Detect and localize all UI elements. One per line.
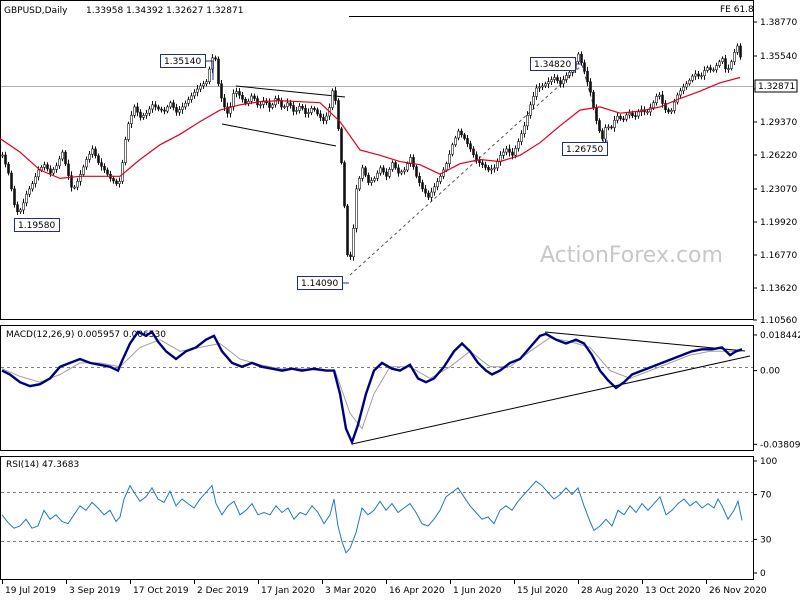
candle — [64, 150, 67, 166]
x-tick-label: 2 Dec 2019 — [197, 586, 249, 596]
candle — [346, 204, 349, 257]
candle — [331, 88, 334, 111]
candle — [208, 66, 211, 85]
svg-text:1.35140: 1.35140 — [164, 57, 201, 67]
price-y-label: 1.38770 — [760, 18, 797, 28]
candle — [10, 170, 13, 192]
x-tick-label: 3 Mar 2020 — [325, 586, 377, 596]
x-tick-label: 26 Nov 2020 — [709, 586, 767, 596]
rsi-y-label: 100 — [760, 457, 777, 467]
price-y-label: 1.19920 — [760, 218, 797, 228]
price-y-label: 1.16770 — [760, 251, 797, 261]
annotation-134820: 1.34820 — [530, 57, 581, 71]
price-y-label: 1.35540 — [760, 52, 797, 62]
x-tick-label: 17 Jan 2020 — [261, 586, 315, 596]
annotation-126750: 1.26750 — [562, 140, 608, 156]
rsi-y-label: 30 — [760, 535, 772, 545]
candle — [355, 184, 358, 233]
svg-text:1.32871: 1.32871 — [758, 82, 795, 92]
candle — [577, 52, 580, 64]
price-y-label: 1.26220 — [760, 151, 797, 161]
candle — [598, 118, 601, 134]
annotation-114090: 1.14090 — [297, 276, 349, 290]
candle — [121, 159, 124, 185]
candle — [217, 56, 220, 87]
x-tick-label: 13 Oct 2020 — [645, 586, 701, 596]
candle — [592, 89, 595, 111]
annotation-119580: 1.19580 — [14, 218, 60, 232]
rsi-y-axis: 100 70 30 0 — [753, 457, 777, 579]
candle — [124, 136, 127, 166]
price-y-label: 1.10560 — [760, 316, 797, 326]
candle — [337, 98, 340, 132]
macd-y-label: -0.038095 — [760, 440, 800, 450]
price-y-axis: 1.387701.355401.323101.293701.262201.230… — [753, 18, 797, 326]
x-axis: 19 Jul 2019 3 Sep 2019 17 Oct 2019 2 Dec 20… — [2, 580, 767, 596]
gbpusd-chart: ActionForex.com GBPUSD,Daily 1.33958 1.3… — [0, 0, 800, 596]
x-tick-label: 3 Sep 2019 — [69, 586, 121, 596]
svg-text:1.34820: 1.34820 — [534, 60, 571, 70]
rsi-panel — [0, 456, 754, 580]
fe-label: FE 61.8 — [720, 5, 754, 15]
candle — [451, 142, 454, 157]
ohlc-label: 1.33958 1.34392 1.32627 1.32871 — [86, 6, 243, 16]
price-y-label: 1.29370 — [760, 118, 797, 128]
svg-text:1.26750: 1.26750 — [566, 145, 603, 155]
macd-y-axis: 0.018442 0.00 -0.038095 — [753, 331, 800, 450]
rsi-y-label: 0 — [760, 569, 766, 579]
rsi-title: RSI(14) 47.3683 — [6, 460, 79, 470]
current-price-tag: 1.32871 — [754, 79, 798, 93]
svg-text:1.14090: 1.14090 — [301, 279, 338, 289]
x-tick-label: 16 Apr 2020 — [389, 586, 445, 596]
candle — [343, 160, 346, 209]
candle — [415, 164, 418, 179]
price-y-label: 1.23070 — [760, 185, 797, 195]
price-y-label: 1.13620 — [760, 284, 797, 294]
rsi-y-label: 70 — [760, 491, 772, 501]
x-tick-label: 17 Oct 2019 — [133, 586, 189, 596]
candle — [127, 121, 130, 142]
candle — [352, 224, 355, 261]
x-tick-label: 15 Jul 2020 — [517, 586, 568, 596]
x-tick-label: 28 Aug 2020 — [581, 586, 639, 596]
macd-y-label: 0.018442 — [760, 331, 800, 341]
candle — [739, 43, 742, 60]
x-tick-label: 1 Jun 2020 — [453, 586, 502, 596]
symbol-label: GBPUSD,Daily — [4, 6, 68, 16]
candle — [358, 176, 361, 192]
x-tick-label: 19 Jul 2019 — [5, 586, 56, 596]
macd-y-label: 0.00 — [760, 367, 780, 377]
candle — [13, 185, 16, 208]
price-panel — [0, 0, 754, 320]
watermark: ActionForex.com — [540, 243, 723, 268]
candle — [7, 161, 10, 176]
svg-text:1.19580: 1.19580 — [18, 221, 55, 231]
candle — [340, 126, 343, 165]
